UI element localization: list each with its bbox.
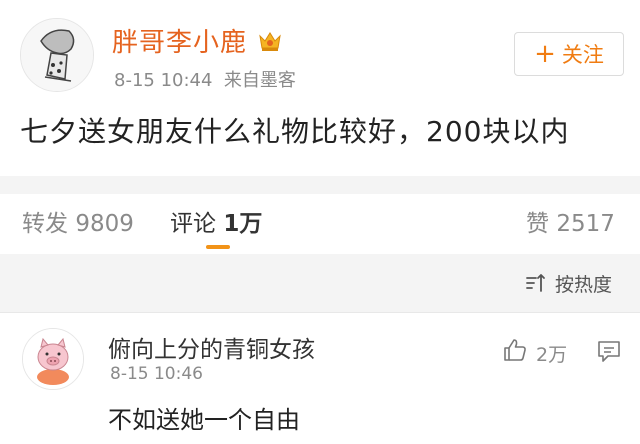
- post-source: 来自墨客: [223, 70, 296, 91]
- sort-icon[interactable]: [524, 272, 546, 294]
- like-count: 2517: [556, 211, 615, 237]
- crown-icon: [258, 30, 282, 52]
- tab-comment[interactable]: 评论 1万: [170, 204, 262, 238]
- pig-avatar-icon: [23, 329, 83, 389]
- comment-like-count: 2万: [536, 344, 568, 366]
- comment-label: 评论: [170, 211, 216, 237]
- comment-count: 1万: [223, 211, 263, 237]
- follow-label: 关注: [561, 43, 604, 67]
- tab-like[interactable]: 赞 2517: [526, 204, 615, 238]
- comment-text: 不如送她一个自由: [108, 406, 300, 434]
- tab-repost[interactable]: 转发 9809: [22, 204, 134, 238]
- reply-icon[interactable]: [596, 338, 622, 364]
- post-author-name[interactable]: 胖哥李小鹿: [112, 22, 247, 59]
- commenter-name[interactable]: 俯向上分的青铜女孩: [108, 330, 315, 364]
- post-text: 七夕送女朋友什么礼物比较好，200块以内: [20, 115, 570, 148]
- sort-by-hot-button[interactable]: 按热度: [555, 270, 612, 297]
- like-label: 赞: [526, 211, 549, 237]
- active-tab-indicator: [206, 245, 230, 249]
- avatar-icon: [21, 19, 93, 91]
- post-time: 8-15 10:44: [114, 70, 213, 91]
- plus-icon: +: [534, 39, 556, 69]
- thumbs-up-icon[interactable]: [502, 337, 528, 363]
- section-divider: [0, 176, 640, 194]
- comment-time: 8-15 10:46: [110, 364, 203, 384]
- repost-label: 转发: [22, 211, 68, 237]
- follow-button[interactable]: + 关注: [514, 32, 624, 76]
- repost-count: 9809: [75, 211, 134, 237]
- commenter-avatar[interactable]: [22, 328, 84, 390]
- post-author-avatar[interactable]: [20, 18, 94, 92]
- post-meta: 8-15 10:44 来自墨客: [114, 66, 296, 92]
